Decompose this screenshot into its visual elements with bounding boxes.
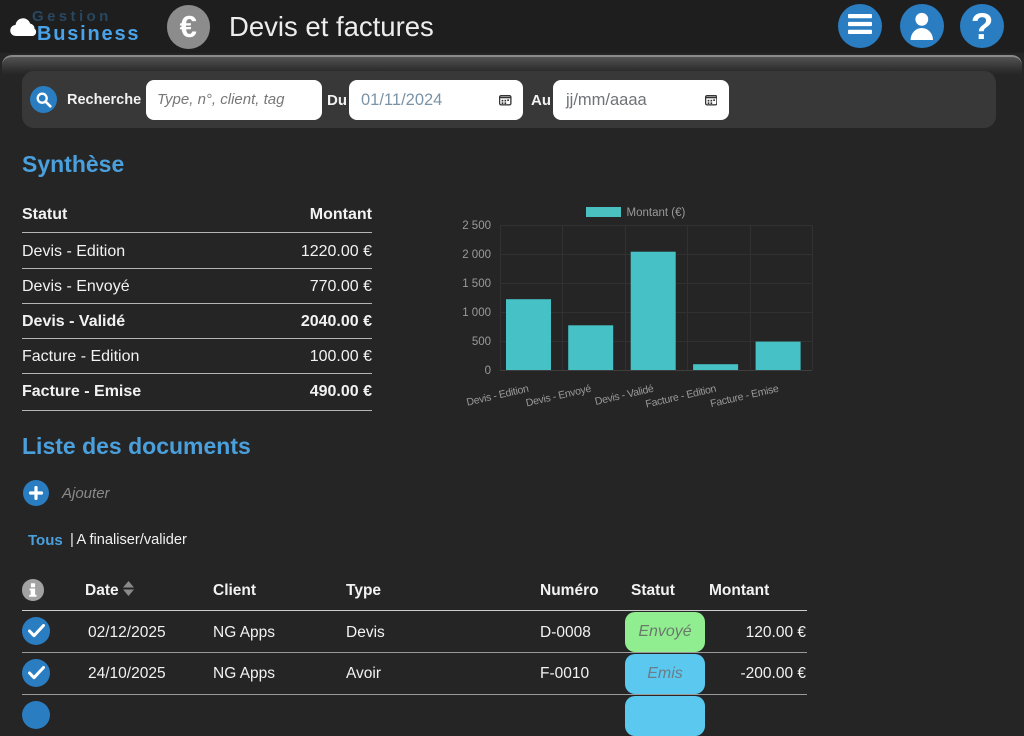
svg-text:1 000: 1 000 [462,307,491,319]
svg-text:0: 0 [485,365,491,377]
svg-text:Facture - Emise: Facture - Emise [709,383,780,410]
svg-text:500: 500 [472,336,491,348]
svg-text:Facture - Edition: Facture - Edition [644,383,717,411]
svg-text:1 500: 1 500 [462,278,491,290]
svg-text:2 500: 2 500 [462,220,491,232]
svg-text:Montant (€): Montant (€) [627,207,686,219]
svg-text:2 000: 2 000 [462,249,491,261]
svg-text:Devis - Edition: Devis - Edition [465,383,530,409]
svg-text:Devis - Envoyé: Devis - Envoyé [525,383,593,410]
